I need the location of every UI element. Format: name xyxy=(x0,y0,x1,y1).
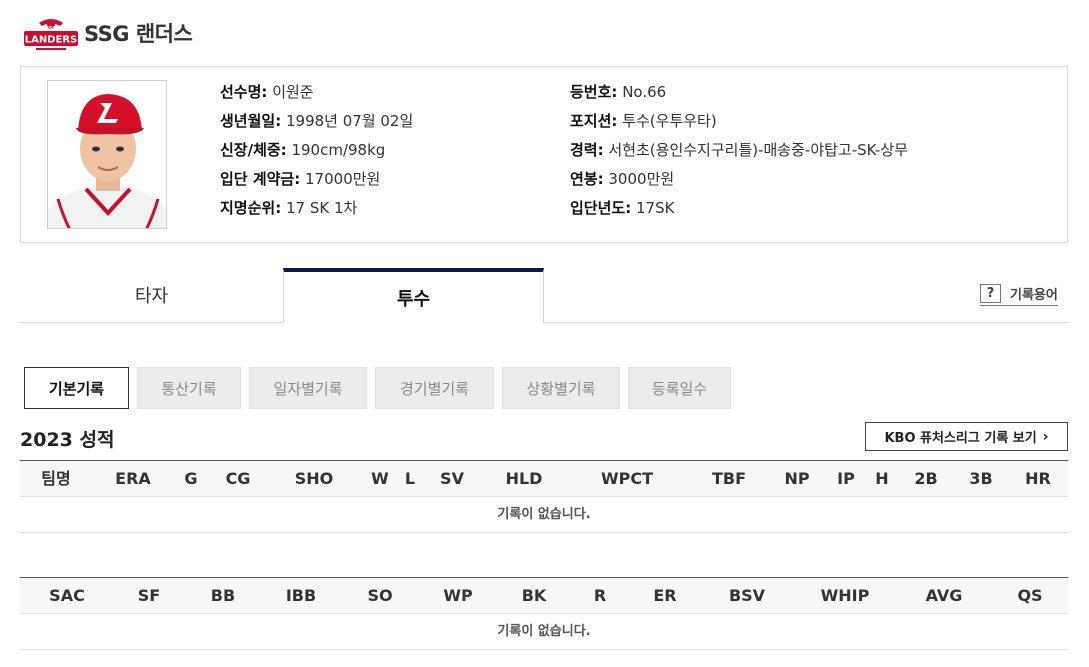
col-header: HR xyxy=(1025,469,1051,488)
sub-tab-registration-days[interactable]: 등록일수 xyxy=(628,367,731,409)
col-header: WP xyxy=(443,586,473,605)
sub-tab-basic-record[interactable]: 기본기록 xyxy=(24,367,129,409)
col-header: TBF xyxy=(711,469,747,488)
col-header: BB xyxy=(210,586,236,605)
col-header: BK xyxy=(521,586,547,605)
col-header: W xyxy=(371,469,389,488)
table-header: SAC SF BB IBB SO WP BK R ER BSV WHIP AVG… xyxy=(20,577,1068,614)
empty-message: 기록이 없습니다. xyxy=(20,497,1068,533)
info-birthdate: 생년월일: 1998년 07월 02일 xyxy=(220,112,414,130)
info-height-weight: 신장/체중: 190cm/98kg xyxy=(220,141,386,159)
svg-text:LANDERS: LANDERS xyxy=(25,35,78,46)
info-player-name: 선수명: 이원준 xyxy=(220,83,314,101)
sub-tab-game-record[interactable]: 경기별기록 xyxy=(375,367,494,409)
sub-tab-daily-record[interactable]: 일자별기록 xyxy=(249,367,367,409)
kbo-link-label: KBO 퓨처스리그 기록 보기 xyxy=(884,431,1037,446)
col-header: SHO xyxy=(294,469,334,488)
info-career: 경력: 서현초(용인수지구리틀)-매송중-야탑고-SK-상무 xyxy=(570,141,908,159)
info-jersey-number: 등번호: No.66 xyxy=(570,83,667,101)
col-header: AVG xyxy=(925,586,963,605)
col-header: L xyxy=(404,469,416,488)
col-header: QS xyxy=(1017,586,1043,605)
info-salary: 연봉: 3000만원 xyxy=(570,170,675,188)
col-header: NP xyxy=(784,469,810,488)
stats-table-secondary: SAC SF BB IBB SO WP BK R ER BSV WHIP AVG… xyxy=(20,577,1068,650)
table-header: 팀명 ERA G CG SHO W L SV HLD WPCT TBF NP I… xyxy=(20,460,1068,497)
info-column-right: 등번호: No.66 포지션: 투수(우투우타) 경력: 서현초(용인수지구리틀… xyxy=(570,80,908,225)
season-title: 2023 성적 xyxy=(20,429,115,451)
stats-table-main: 팀명 ERA G CG SHO W L SV HLD WPCT TBF NP I… xyxy=(20,460,1068,533)
kbo-futures-link-button[interactable]: KBO 퓨처스리그 기록 보기 › xyxy=(865,422,1068,451)
col-header: WPCT xyxy=(600,469,654,488)
sub-tab-career-record[interactable]: 통산기록 xyxy=(137,367,241,409)
col-header: WHIP xyxy=(820,586,870,605)
col-header: 2B xyxy=(914,469,938,488)
col-header: 3B xyxy=(969,469,993,488)
glossary-label: 기록용어 xyxy=(1010,288,1058,303)
info-draft-rank: 지명순위: 17 SK 1차 xyxy=(220,199,358,217)
tab-batter[interactable]: 타자 xyxy=(20,268,283,323)
tab-divider xyxy=(544,322,1068,323)
info-join-year: 입단년도: 17SK xyxy=(570,199,675,217)
team-logo[interactable]: SSG LANDERS xyxy=(22,13,80,53)
col-header: R xyxy=(593,586,607,605)
team-name: SSG 랜더스 xyxy=(84,22,193,46)
col-header: ERA xyxy=(115,469,151,488)
player-profile: 선수명: 이원준 생년월일: 1998년 07월 02일 신장/체중: 190c… xyxy=(20,66,1068,243)
tab-pitcher[interactable]: 투수 xyxy=(283,268,544,323)
col-header: 팀명 xyxy=(41,469,71,488)
col-header: SF xyxy=(137,586,161,605)
col-header: ER xyxy=(653,586,677,605)
record-sub-tabs: 기본기록 통산기록 일자별기록 경기별기록 상황별기록 등록일수 xyxy=(24,367,739,409)
col-header: SAC xyxy=(49,586,85,605)
col-header: IP xyxy=(837,469,855,488)
col-header: IBB xyxy=(285,586,317,605)
glossary-link[interactable]: ? 기록용어 xyxy=(980,284,1058,306)
team-header: SSG LANDERS SSG 랜더스 xyxy=(22,12,193,54)
col-header: H xyxy=(875,469,889,488)
info-signing-bonus: 입단 계약금: 17000만원 xyxy=(220,170,381,188)
col-header: CG xyxy=(225,469,251,488)
help-icon: ? xyxy=(980,284,1001,303)
sub-tab-situation-record[interactable]: 상황별기록 xyxy=(502,367,620,409)
col-header: SV xyxy=(440,469,464,488)
info-position: 포지션: 투수(우투우타) xyxy=(570,112,717,130)
player-photo xyxy=(47,80,167,229)
col-header: SO xyxy=(367,586,393,605)
chevron-right-icon: › xyxy=(1042,428,1049,445)
empty-message: 기록이 없습니다. xyxy=(20,614,1068,650)
col-header: G xyxy=(184,469,198,488)
col-header: HLD xyxy=(505,469,543,488)
info-column-left: 선수명: 이원준 생년월일: 1998년 07월 02일 신장/체중: 190c… xyxy=(220,80,413,225)
col-header: BSV xyxy=(728,586,766,605)
